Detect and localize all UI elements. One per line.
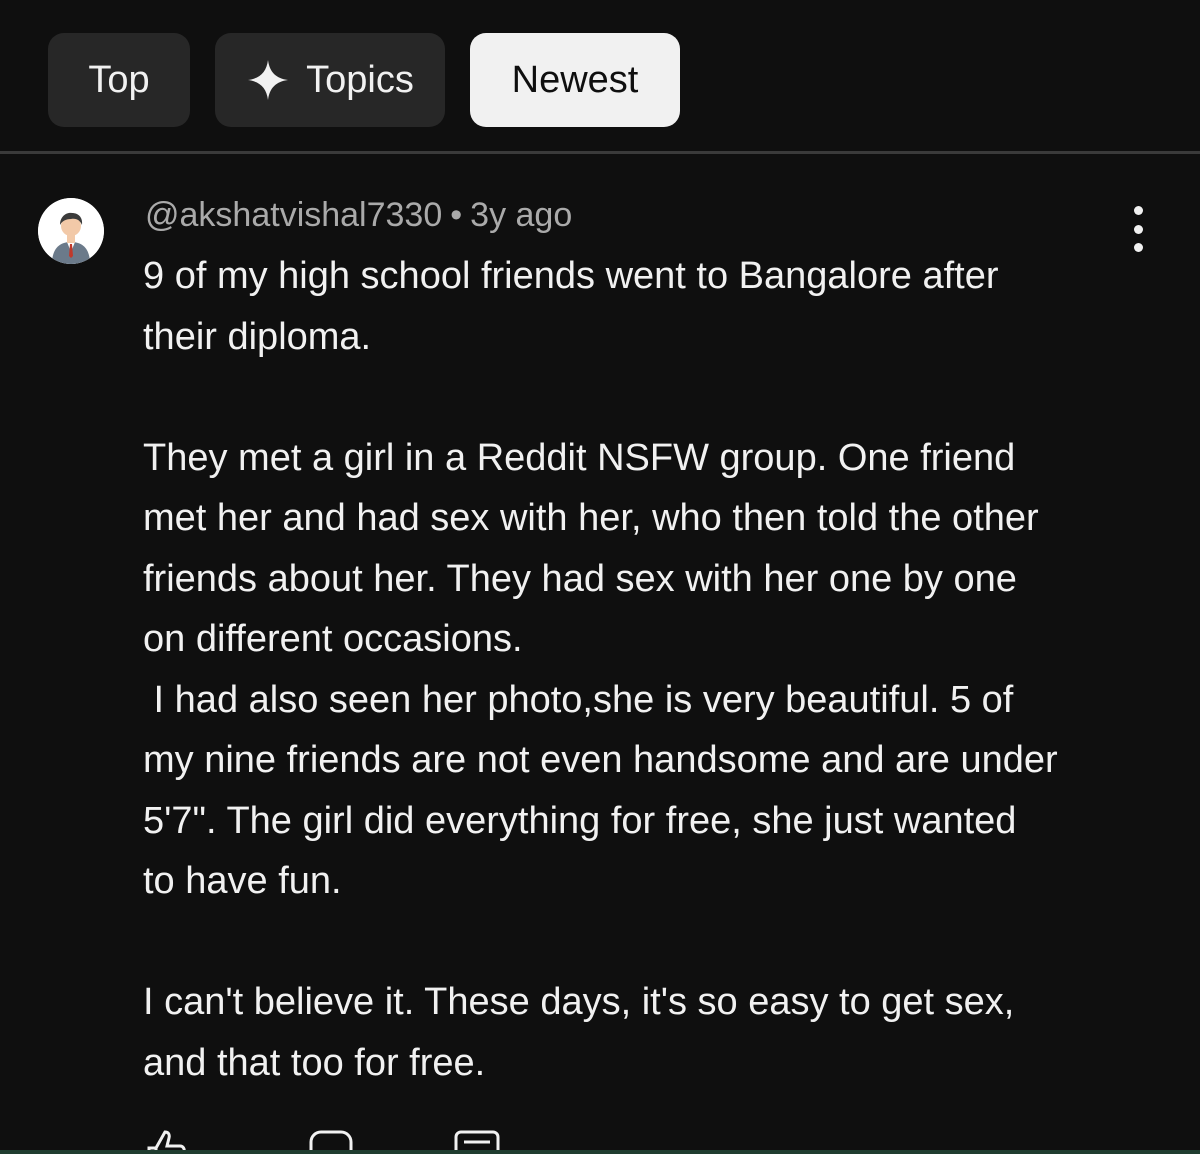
comment-line: to have fun. [143, 860, 342, 902]
comment-text: 9 of my high school friends went to Bang… [143, 246, 1153, 1093]
comment-line: on different occasions. [143, 618, 523, 660]
divider [0, 151, 1200, 154]
chip-newest[interactable]: Newest [470, 33, 680, 127]
chip-top-label: Top [88, 58, 150, 101]
comment-time[interactable]: 3y ago [470, 196, 572, 234]
comment-line: my nine friends are not even handsome an… [143, 739, 1058, 781]
avatar[interactable] [38, 198, 104, 264]
comment-line: I had also seen her photo,she is very be… [143, 678, 1014, 721]
chip-newest-label: Newest [511, 58, 639, 101]
sparkle-icon [246, 58, 290, 102]
chip-topics-label: Topics [306, 58, 414, 101]
comment-line: their diploma. [143, 315, 372, 358]
comment-line: I can't believe it. These days, it's so … [143, 981, 1015, 1023]
comment-header: @akshatvishal7330 • 3y ago [145, 196, 572, 235]
comment-line [143, 912, 1153, 973]
comment-line: 9 of my high school friends went to Bang… [143, 255, 999, 297]
comment-line: They met a girl in a Reddit NSFW group. … [143, 436, 1016, 479]
comment-line: friends about her. They had sex with her… [143, 557, 1017, 600]
comment-line: met her and had sex with her, who then t… [143, 497, 1039, 539]
filter-chips: Top Topics Newest [48, 33, 680, 127]
comment-line [143, 367, 1153, 428]
comment-line: 5'7". The girl did everything for free, … [143, 799, 1017, 842]
comment-line: and that too for free. [143, 1041, 486, 1084]
comment-separator: • [450, 196, 463, 234]
comment-author[interactable]: @akshatvishal7330 [145, 196, 442, 234]
chip-top[interactable]: Top [48, 33, 190, 127]
bottom-edge [0, 1150, 1200, 1154]
chip-topics[interactable]: Topics [215, 33, 445, 127]
